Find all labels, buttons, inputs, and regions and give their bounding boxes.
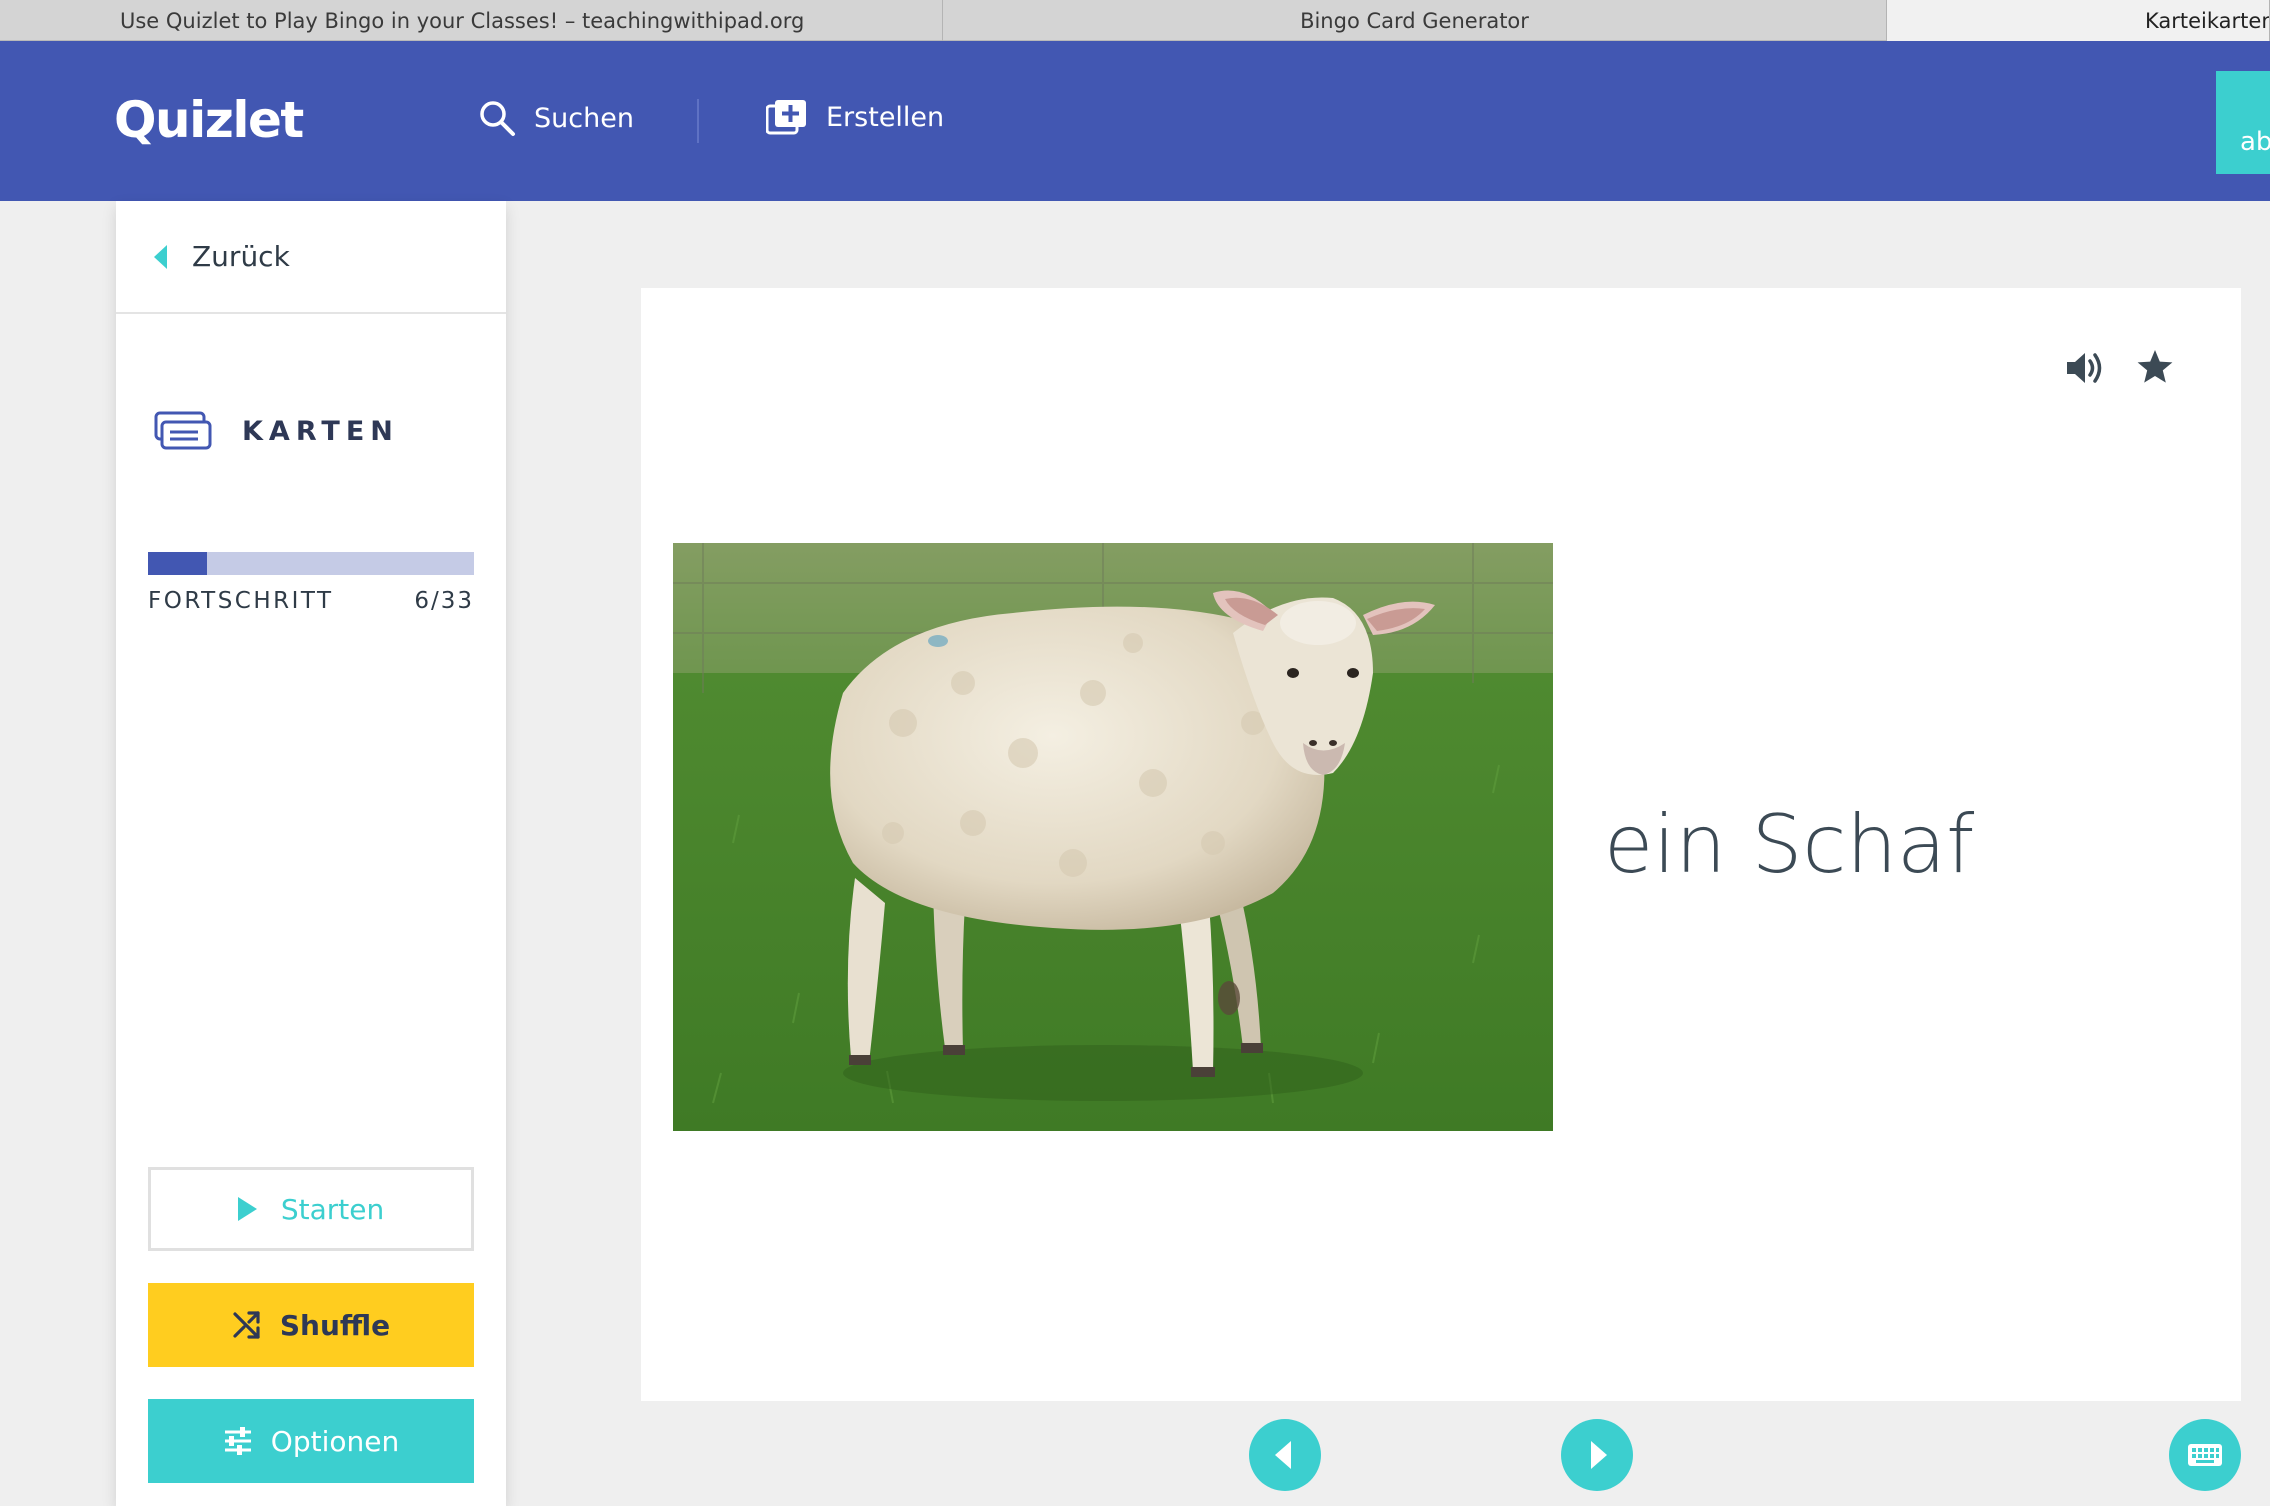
shuffle-button[interactable]: Shuffle [148, 1283, 474, 1367]
search-icon [480, 101, 515, 136]
browser-tab-title: Bingo Card Generator [1300, 8, 1529, 33]
flashcard[interactable]: ein Schaf [641, 288, 2241, 1401]
options-button-label: Optionen [270, 1424, 400, 1458]
shuffle-icon [233, 1311, 260, 1339]
create-nav-button[interactable]: Erstellen [766, 99, 944, 135]
next-card-button[interactable] [1561, 1419, 1633, 1491]
speaker-icon[interactable] [2064, 348, 2106, 388]
app-header: Quizlet Suchen Erstellen ab [0, 41, 2270, 201]
cards-icon [154, 411, 212, 450]
sidebar: Zurück KARTEN FORTSCHRITT 6/33 Starten S… [116, 201, 506, 1506]
quizlet-logo[interactable]: Quizlet [114, 91, 304, 149]
browser-tab-bar: Use Quizlet to Play Bingo in your Classe… [0, 0, 2270, 41]
keyboard-shortcuts-button[interactable] [2169, 1419, 2241, 1491]
sheep-photo [673, 543, 1553, 1131]
study-mode-label: KARTEN [242, 415, 399, 447]
browser-tab[interactable]: Bingo Card Generator [943, 0, 1887, 41]
header-right-button[interactable]: ab [2216, 71, 2270, 174]
header-right-button-label: ab [2240, 127, 2270, 157]
browser-tab[interactable]: Use Quizlet to Play Bingo in your Classe… [0, 0, 943, 41]
progress-label: FORTSCHRITT [148, 588, 334, 614]
chevron-right-icon [1591, 1441, 1607, 1469]
star-icon[interactable] [2136, 348, 2174, 386]
keyboard-icon [2188, 1444, 2222, 1466]
back-button[interactable]: Zurück [116, 201, 506, 314]
add-set-icon [766, 100, 806, 135]
progress-fill [148, 552, 208, 575]
card-term: ein Schaf [1604, 798, 1975, 891]
create-nav-label: Erstellen [826, 101, 945, 133]
progress-count: 6/33 [414, 588, 474, 614]
start-button-label: Starten [280, 1192, 385, 1226]
back-label: Zurück [192, 240, 290, 273]
progress-bar [148, 552, 474, 575]
nav-divider [697, 99, 699, 143]
sheep-illustration [673, 543, 1553, 1131]
browser-tab-active[interactable]: Karteikarten [1887, 0, 2270, 41]
chevron-left-icon [154, 244, 167, 269]
previous-card-button[interactable] [1249, 1419, 1321, 1491]
sliders-icon [224, 1427, 251, 1455]
options-button[interactable]: Optionen [148, 1399, 474, 1483]
play-icon [237, 1197, 257, 1221]
browser-tab-title: Karteikarten [2145, 8, 2270, 33]
browser-tab-title: Use Quizlet to Play Bingo in your Classe… [120, 8, 805, 33]
study-mode-header: KARTEN [154, 411, 399, 451]
chevron-left-icon [1275, 1441, 1291, 1469]
start-button[interactable]: Starten [148, 1167, 474, 1251]
search-nav-button[interactable]: Suchen [478, 99, 634, 137]
shuffle-button-label: Shuffle [279, 1308, 391, 1342]
search-nav-label: Suchen [534, 102, 634, 134]
